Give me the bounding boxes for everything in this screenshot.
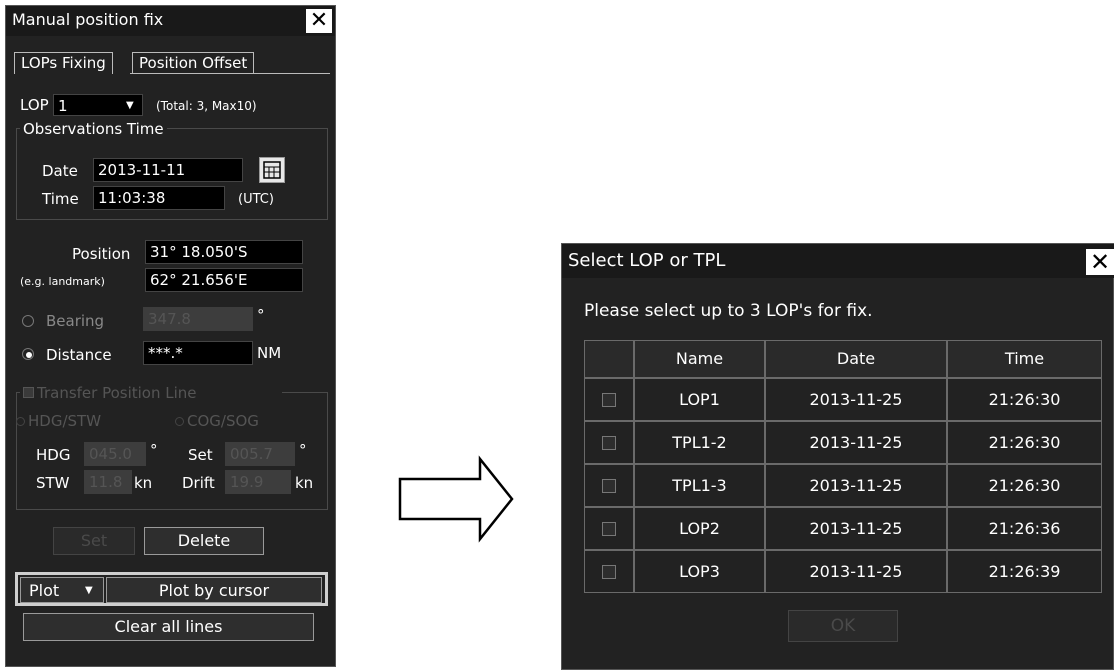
row-checkbox[interactable] bbox=[602, 565, 616, 579]
stw-field[interactable]: 11.8 bbox=[84, 470, 132, 494]
row-date: 2013-11-25 bbox=[765, 550, 947, 593]
date-field[interactable]: 2013-11-11 bbox=[93, 158, 243, 182]
cog-sog-radio[interactable] bbox=[175, 417, 184, 426]
row-checkbox[interactable] bbox=[602, 522, 616, 536]
bearing-radio[interactable] bbox=[22, 315, 34, 327]
table-row[interactable]: LOP2 2013-11-25 21:26:36 bbox=[584, 507, 1102, 550]
row-date: 2013-11-25 bbox=[765, 507, 947, 550]
row-checkbox[interactable] bbox=[602, 436, 616, 450]
table-header-select bbox=[584, 340, 634, 378]
row-time: 21:26:30 bbox=[947, 421, 1102, 464]
tab-position-offset[interactable]: Position Offset bbox=[132, 52, 255, 74]
set-degree-unit: ° bbox=[299, 441, 307, 459]
lop-label: LOP bbox=[20, 96, 49, 114]
transfer-position-line-header: Transfer Position Line bbox=[20, 384, 282, 402]
bearing-field[interactable]: 347.8 bbox=[143, 307, 253, 331]
set-label: Set bbox=[188, 446, 213, 464]
table-row[interactable]: TPL1-3 2013-11-25 21:26:30 bbox=[584, 464, 1102, 507]
cog-sog-label: COG/SOG bbox=[187, 412, 259, 430]
hdg-degree-unit: ° bbox=[150, 441, 158, 459]
table-row[interactable]: LOP1 2013-11-25 21:26:30 bbox=[584, 378, 1102, 421]
chevron-down-icon: ▼ bbox=[85, 585, 93, 596]
drift-kn-unit: kn bbox=[295, 474, 314, 492]
ok-button[interactable]: OK bbox=[788, 610, 898, 642]
longitude-field[interactable]: 62° 21.656'E bbox=[145, 268, 303, 292]
utc-label: (UTC) bbox=[238, 192, 274, 207]
bearing-label: Bearing bbox=[46, 312, 105, 330]
lop-select[interactable]: 1 ▼ bbox=[53, 94, 143, 116]
bearing-degree-unit: ° bbox=[257, 306, 265, 324]
table-header-time: Time bbox=[947, 340, 1102, 378]
dialog-instruction: Please select up to 3 LOP's for fix. bbox=[584, 301, 873, 321]
manual-position-fix-window: Manual position fix ✕ LOPs Fixing Positi… bbox=[5, 5, 336, 667]
row-name: LOP2 bbox=[634, 507, 765, 550]
table-header-name: Name bbox=[634, 340, 765, 378]
set-field[interactable]: 005.7 bbox=[225, 442, 295, 466]
lop-total: (Total: 3, Max10) bbox=[156, 99, 257, 113]
row-date: 2013-11-25 bbox=[765, 378, 947, 421]
landmark-label: (e.g. landmark) bbox=[20, 275, 105, 288]
table-row[interactable]: LOP3 2013-11-25 21:26:39 bbox=[584, 550, 1102, 593]
latitude-field[interactable]: 31° 18.050'S bbox=[145, 240, 303, 264]
hdg-field[interactable]: 045.0 bbox=[84, 442, 146, 466]
row-checkbox[interactable] bbox=[602, 393, 616, 407]
hdg-label: HDG bbox=[36, 446, 71, 464]
row-checkbox[interactable] bbox=[602, 479, 616, 493]
set-button[interactable]: Set bbox=[53, 527, 135, 555]
lop-table: Name Date Time LOP1 2013-11-25 21:26:30 … bbox=[584, 340, 1102, 593]
chevron-down-icon: ▼ bbox=[126, 100, 134, 111]
row-date: 2013-11-25 bbox=[765, 464, 947, 507]
close-icon[interactable]: ✕ bbox=[1086, 249, 1114, 275]
row-date: 2013-11-25 bbox=[765, 421, 947, 464]
window-title: Manual position fix bbox=[12, 10, 164, 29]
hdg-stw-radio[interactable] bbox=[16, 417, 25, 426]
observations-time-title: Observations Time bbox=[20, 120, 167, 138]
dialog-title: Select LOP or TPL bbox=[568, 250, 726, 271]
time-field[interactable]: 11:03:38 bbox=[93, 186, 225, 210]
stw-kn-unit: kn bbox=[134, 474, 153, 492]
distance-radio[interactable] bbox=[22, 348, 34, 360]
delete-button[interactable]: Delete bbox=[144, 527, 264, 555]
close-icon[interactable]: ✕ bbox=[306, 9, 332, 33]
clear-all-lines-button[interactable]: Clear all lines bbox=[23, 613, 314, 641]
row-name: LOP3 bbox=[634, 550, 765, 593]
drift-label: Drift bbox=[182, 474, 215, 492]
transfer-checkbox[interactable] bbox=[23, 387, 34, 398]
table-row[interactable]: TPL1-2 2013-11-25 21:26:30 bbox=[584, 421, 1102, 464]
table-header-date: Date bbox=[765, 340, 947, 378]
plot-by-cursor-button[interactable]: Plot by cursor bbox=[106, 577, 322, 603]
tab-lops-fixing[interactable]: LOPs Fixing bbox=[14, 52, 113, 74]
nm-unit: NM bbox=[257, 344, 282, 362]
row-time: 21:26:36 bbox=[947, 507, 1102, 550]
calendar-icon[interactable] bbox=[259, 157, 285, 183]
lop-select-value: 1 bbox=[58, 97, 68, 115]
date-label: Date bbox=[42, 162, 78, 180]
title-bar: Manual position fix ✕ bbox=[6, 6, 335, 36]
row-time: 21:26:30 bbox=[947, 464, 1102, 507]
position-label: Position bbox=[72, 245, 131, 263]
time-label: Time bbox=[42, 190, 79, 208]
plot-select[interactable]: Plot ▼ bbox=[20, 577, 104, 603]
select-lop-dialog: Select LOP or TPL ✕ Please select up to … bbox=[561, 243, 1114, 670]
right-arrow-icon bbox=[398, 455, 514, 543]
row-time: 21:26:39 bbox=[947, 550, 1102, 593]
dialog-title-bar: Select LOP or TPL ✕ bbox=[562, 244, 1114, 278]
distance-label: Distance bbox=[46, 346, 112, 364]
transfer-position-line-title: Transfer Position Line bbox=[37, 384, 197, 402]
row-name: LOP1 bbox=[634, 378, 765, 421]
tab-divider bbox=[130, 73, 330, 74]
plot-select-value: Plot bbox=[29, 581, 60, 600]
stw-label: STW bbox=[36, 474, 70, 492]
hdg-stw-label: HDG/STW bbox=[28, 412, 102, 430]
drift-field[interactable]: 19.9 bbox=[225, 470, 291, 494]
row-name: TPL1-3 bbox=[634, 464, 765, 507]
row-time: 21:26:30 bbox=[947, 378, 1102, 421]
row-name: TPL1-2 bbox=[634, 421, 765, 464]
distance-field[interactable]: ***.* bbox=[143, 341, 253, 365]
